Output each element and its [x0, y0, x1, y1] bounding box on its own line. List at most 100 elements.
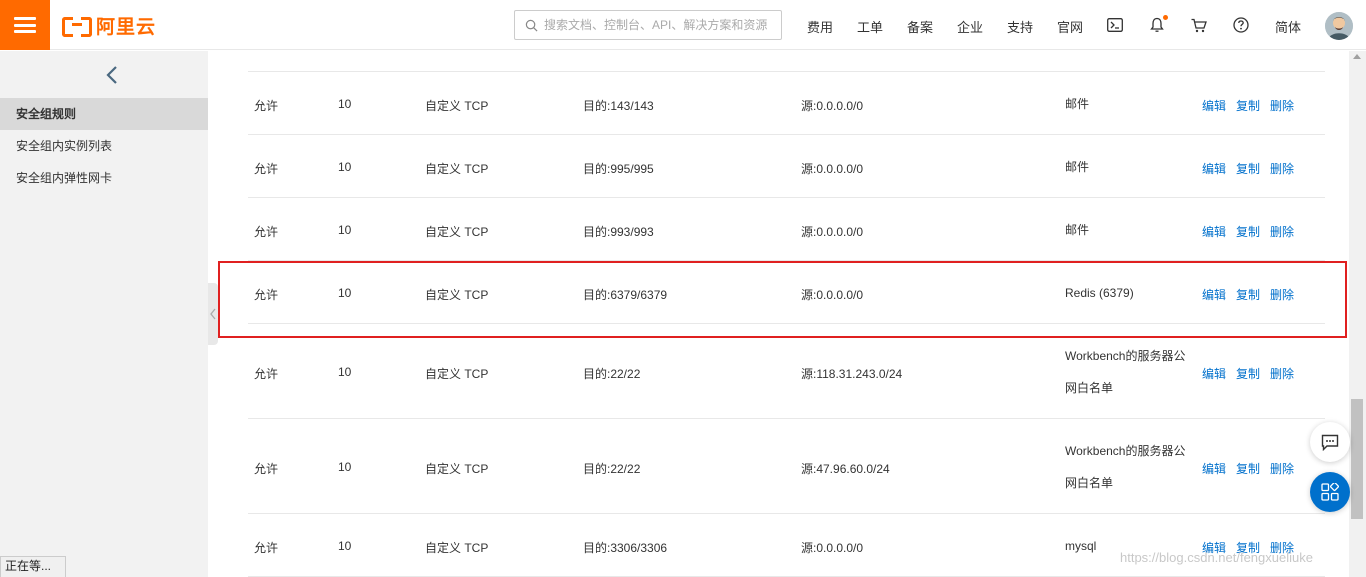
- table-row: 允许 10 自定义 TCP 目的:3306/3306 源:0.0.0.0/0 mysql 编…: [248, 514, 1325, 577]
- cell-policy: 允许: [254, 225, 279, 239]
- cell-port-range: 目的:22/22: [583, 367, 641, 381]
- avatar[interactable]: [1325, 12, 1353, 40]
- cell-policy: 允许: [254, 462, 279, 476]
- cell-policy: 允许: [254, 162, 279, 176]
- cell-source: 源:118.31.243.0/24: [801, 367, 903, 381]
- table-row-partial: [248, 51, 1325, 72]
- table-row: 允许 10 自定义 TCP 目的:22/22 源:118.31.243.0/24 Work…: [248, 324, 1325, 419]
- delete-link[interactable]: 删除: [1270, 97, 1294, 114]
- scroll-up-arrow-icon[interactable]: [1353, 54, 1361, 59]
- top-bar: 阿里云 费用 工单 备案 企业 支持 官网 简体: [0, 0, 1366, 50]
- cell-description: 邮件: [1065, 160, 1090, 174]
- nav-billing[interactable]: 费用: [807, 17, 833, 36]
- menu-button[interactable]: [0, 0, 50, 50]
- cell-priority: 10: [338, 460, 352, 474]
- browser-status-bar: 正在等...: [0, 556, 66, 577]
- table-row: 允许 10 自定义 TCP 目的:995/995 源:0.0.0.0/0 邮件 编辑 复制 删除: [248, 135, 1325, 198]
- table-row: 允许 10 自定义 TCP 目的:6379/6379 源:0.0.0.0/0 Redis …: [248, 261, 1325, 324]
- table-row: 允许 10 自定义 TCP 目的:22/22 源:47.96.60.0/24 Workbe…: [248, 419, 1325, 514]
- logo[interactable]: 阿里云: [62, 13, 157, 38]
- cell-description: Workbench的服务器公网白名单: [1065, 349, 1186, 395]
- back-chevron-icon[interactable]: [100, 63, 124, 87]
- delete-link[interactable]: 删除: [1270, 460, 1294, 477]
- cell-description: 邮件: [1065, 97, 1090, 111]
- sidebar-item-security-group-rules[interactable]: 安全组规则: [0, 98, 208, 130]
- sidebar-collapse-handle[interactable]: [208, 283, 218, 345]
- cell-port-range: 目的:3306/3306: [583, 541, 668, 555]
- search-input[interactable]: [544, 18, 774, 32]
- scrollbar-thumb[interactable]: [1351, 399, 1363, 519]
- table-row: 允许 10 自定义 TCP 目的:993/993 源:0.0.0.0/0 邮件 编辑 复制 删除: [248, 198, 1325, 261]
- cell-protocol: 自定义 TCP: [425, 541, 489, 555]
- cell-description: Workbench的服务器公网白名单: [1065, 444, 1186, 490]
- edit-link[interactable]: 编辑: [1202, 97, 1226, 114]
- hamburger-icon: [14, 17, 36, 33]
- cell-protocol: 自定义 TCP: [425, 225, 489, 239]
- help-icon[interactable]: [1232, 16, 1250, 34]
- cell-port-range: 目的:6379/6379: [583, 288, 668, 302]
- cart-icon[interactable]: [1190, 16, 1208, 34]
- cell-port-range: 目的:143/143: [583, 99, 654, 113]
- chat-icon: [1321, 434, 1339, 451]
- delete-link[interactable]: 删除: [1270, 365, 1294, 382]
- cell-protocol: 自定义 TCP: [425, 162, 489, 176]
- cell-priority: 10: [338, 539, 352, 553]
- cell-policy: 允许: [254, 288, 279, 302]
- delete-link[interactable]: 删除: [1270, 223, 1294, 240]
- delete-link[interactable]: 删除: [1270, 160, 1294, 177]
- cell-priority: 10: [338, 160, 352, 174]
- sidebar-item-instance-list[interactable]: 安全组内实例列表: [0, 130, 208, 162]
- nav-enterprise[interactable]: 企业: [957, 17, 983, 36]
- cell-policy: 允许: [254, 99, 279, 113]
- cell-protocol: 自定义 TCP: [425, 288, 489, 302]
- aliyun-logo-icon: [62, 15, 92, 37]
- table-row: 允许 10 自定义 TCP 目的:143/143 源:0.0.0.0/0 邮件 编辑 复制 删除: [248, 72, 1325, 135]
- terminal-icon[interactable]: [1106, 16, 1124, 34]
- edit-link[interactable]: 编辑: [1202, 286, 1226, 303]
- cell-priority: 10: [338, 97, 352, 111]
- chat-button[interactable]: [1310, 422, 1350, 462]
- cell-priority: 10: [338, 286, 352, 300]
- cell-policy: 允许: [254, 541, 279, 555]
- cell-policy: 允许: [254, 367, 279, 381]
- apps-button[interactable]: [1310, 472, 1350, 512]
- delete-link[interactable]: 删除: [1270, 286, 1294, 303]
- copy-link[interactable]: 复制: [1236, 97, 1260, 114]
- sidebar-item-eni[interactable]: 安全组内弹性网卡: [0, 162, 208, 194]
- cell-source: 源:0.0.0.0/0: [801, 99, 864, 113]
- copy-link[interactable]: 复制: [1236, 160, 1260, 177]
- copy-link[interactable]: 复制: [1236, 460, 1260, 477]
- apps-grid-icon: [1321, 483, 1339, 501]
- language-switch[interactable]: 简体: [1275, 17, 1301, 36]
- bell-icon[interactable]: [1148, 15, 1168, 34]
- edit-link[interactable]: 编辑: [1202, 460, 1226, 477]
- edit-link[interactable]: 编辑: [1202, 365, 1226, 382]
- search-icon: [525, 19, 538, 31]
- watermark: https://blog.csdn.net/fengxueliuke: [1120, 550, 1313, 565]
- cell-description: 邮件: [1065, 223, 1090, 237]
- notification-dot: [1163, 15, 1168, 20]
- logo-text: 阿里云: [96, 16, 157, 38]
- nav-icp[interactable]: 备案: [907, 17, 933, 36]
- cell-priority: 10: [338, 223, 352, 237]
- cell-source: 源:0.0.0.0/0: [801, 162, 864, 176]
- copy-link[interactable]: 复制: [1236, 365, 1260, 382]
- cell-source: 源:0.0.0.0/0: [801, 541, 864, 555]
- cell-protocol: 自定义 TCP: [425, 462, 489, 476]
- copy-link[interactable]: 复制: [1236, 286, 1260, 303]
- search-box[interactable]: [514, 10, 782, 40]
- cell-source: 源:47.96.60.0/24: [801, 462, 890, 476]
- cell-port-range: 目的:22/22: [583, 462, 641, 476]
- nav-official-site[interactable]: 官网: [1057, 17, 1083, 36]
- cell-protocol: 自定义 TCP: [425, 99, 489, 113]
- nav-ticket[interactable]: 工单: [857, 17, 883, 36]
- copy-link[interactable]: 复制: [1236, 223, 1260, 240]
- cell-port-range: 目的:993/993: [583, 225, 654, 239]
- edit-link[interactable]: 编辑: [1202, 223, 1226, 240]
- cell-priority: 10: [338, 365, 352, 379]
- cell-description: Redis (6379): [1065, 286, 1134, 300]
- edit-link[interactable]: 编辑: [1202, 160, 1226, 177]
- cell-protocol: 自定义 TCP: [425, 367, 489, 381]
- nav-support[interactable]: 支持: [1007, 17, 1033, 36]
- cell-source: 源:0.0.0.0/0: [801, 225, 864, 239]
